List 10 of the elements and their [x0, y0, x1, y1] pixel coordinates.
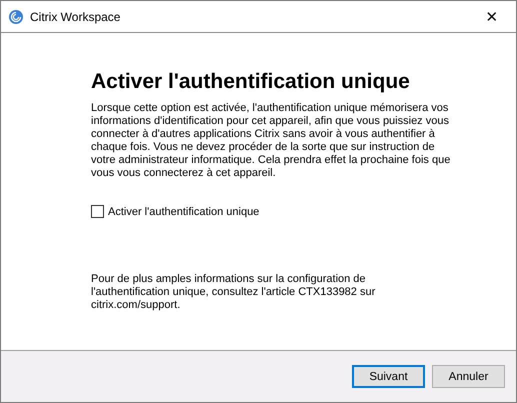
next-button[interactable]: Suivant [352, 365, 425, 388]
checkbox[interactable] [91, 205, 104, 218]
description-text: Lorsque cette option est activée, l'authentification unique mémorisera vos informations d'identification pour cet appareil, afin que vous puissiez vous connecter à d'autres applications Citrix sans avoir à vous authentifier à chaque fois. Vous ne devez procéder de la sorte que sur instruction de votre administrateur informatique. Cela prendra effet la prochaine fois que vous vous connecterez à cet appareil. [91, 102, 452, 180]
app-logo-icon [9, 10, 23, 24]
checkbox-label[interactable]: Activer l'authentification unique [108, 206, 260, 218]
dialog-heading: Activer l'authentification unique [91, 69, 411, 95]
info-text: Pour de plus amples informations sur la configuration de l'authentification unique, consultez l'article CTX133982 sur citrix.com/support. [91, 273, 376, 312]
window-title: Citrix Workspace [30, 10, 122, 24]
cancel-button[interactable]: Annuler [432, 365, 505, 388]
close-button[interactable]: ✕ [469, 2, 515, 32]
